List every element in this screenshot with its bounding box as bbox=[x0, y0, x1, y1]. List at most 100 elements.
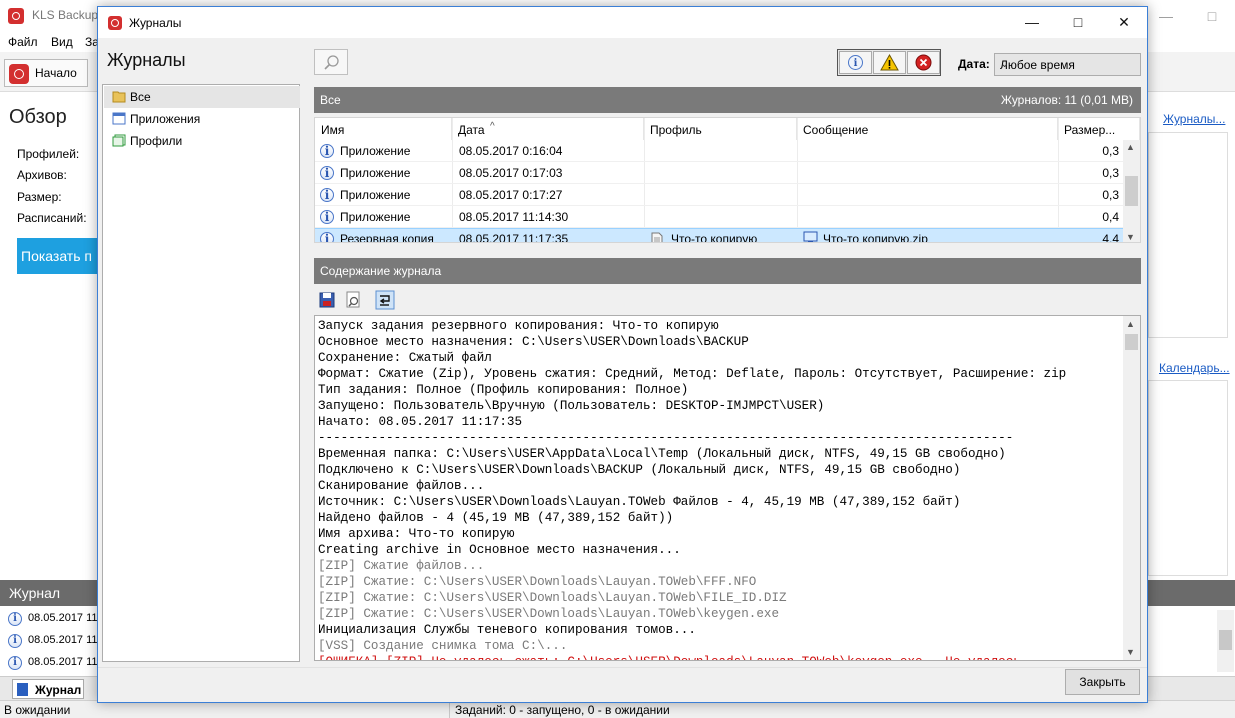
column-header-name[interactable]: Имя bbox=[315, 118, 452, 140]
info-icon: i bbox=[320, 210, 334, 224]
info-icon: i bbox=[320, 232, 334, 242]
status-idle: В ожидании bbox=[4, 703, 71, 717]
journal-book-icon bbox=[17, 683, 28, 696]
column-header-profile[interactable]: Профиль bbox=[644, 118, 797, 140]
journal-panel-title: Журнал bbox=[9, 585, 61, 601]
log-line: Начато: 08.05.2017 11:17:35 bbox=[318, 415, 523, 429]
log-line: [ОШИБКА] [ZIP] Не удалось сжать: C:\User… bbox=[318, 654, 1118, 660]
table-scrollbar[interactable]: ▲ ▼ bbox=[1123, 140, 1140, 242]
table-row[interactable]: i Приложение 08.05.2017 0:17:03 0,3 bbox=[315, 162, 1123, 184]
journal-row[interactable]: i 08.05.2017 11 bbox=[0, 630, 98, 652]
minimize-icon[interactable]: — bbox=[1143, 0, 1189, 32]
log-lines: Запуск задания резервного копирования: Ч… bbox=[318, 318, 1118, 660]
filter-error-button[interactable] bbox=[907, 51, 940, 74]
maximize-icon[interactable]: □ bbox=[1055, 7, 1101, 38]
find-icon[interactable] bbox=[344, 290, 364, 310]
application-icon bbox=[112, 112, 126, 125]
start-button-label: Начало bbox=[35, 66, 77, 80]
word-wrap-icon[interactable] bbox=[375, 290, 395, 310]
log-line: Инициализация Службы теневого копировани… bbox=[318, 623, 696, 637]
tab-journal-label: Журнал bbox=[35, 683, 82, 697]
warning-icon bbox=[880, 53, 899, 71]
filter-warning-button[interactable] bbox=[873, 51, 906, 74]
journal-list-title: Все bbox=[320, 93, 341, 107]
column-header-date[interactable]: Дата ^ bbox=[452, 118, 644, 140]
start-button[interactable]: Начало bbox=[4, 59, 88, 87]
date-filter-label: Дата: bbox=[958, 57, 990, 71]
log-content-header: Содержание журнала bbox=[314, 258, 1141, 284]
tree-item-applications[interactable]: Приложения bbox=[104, 108, 300, 130]
dialog-title: Журналы bbox=[129, 16, 182, 30]
log-line: Запуск задания резервного копирования: Ч… bbox=[318, 319, 719, 333]
log-content[interactable]: Запуск задания резервного копирования: Ч… bbox=[314, 315, 1141, 661]
log-line: [ZIP] Сжатие: C:\Users\USER\Downloads\La… bbox=[318, 591, 787, 605]
log-line: Найдено файлов - 4 (45,19 MB (47,389,152… bbox=[318, 511, 674, 525]
info-icon: i bbox=[8, 612, 22, 626]
info-icon: i bbox=[320, 144, 334, 158]
table-row-selected[interactable]: i Резервная копия 08.05.2017 11:17:35 Чт… bbox=[315, 228, 1123, 242]
error-icon bbox=[915, 54, 932, 71]
dialog-heading: Журналы bbox=[107, 50, 186, 70]
log-line: Запущено: Пользователь\Вручную (Пользова… bbox=[318, 399, 825, 413]
overview-archives-label: Архивов: bbox=[17, 168, 67, 182]
dialog-titlebar: Журналы — □ ✕ bbox=[98, 7, 1147, 38]
log-line: [ZIP] Сжатие файлов... bbox=[318, 559, 485, 573]
log-line: Сохранение: Сжатый файл bbox=[318, 351, 492, 365]
journals-link[interactable]: Журналы... bbox=[1163, 112, 1225, 126]
log-line: [ZIP] Сжатие: C:\Users\USER\Downloads\La… bbox=[318, 575, 757, 589]
journal-count: Журналов: 11 (0,01 MB) bbox=[1000, 93, 1133, 107]
info-icon: i bbox=[8, 656, 22, 670]
folder-icon bbox=[112, 91, 126, 103]
log-line: ----------------------------------------… bbox=[318, 431, 1014, 445]
table-row[interactable]: i Приложение 08.05.2017 11:14:30 0,4 bbox=[315, 206, 1123, 228]
chevron-down-icon: ⌄ bbox=[1000, 58, 1010, 70]
search-button[interactable] bbox=[314, 49, 348, 75]
table-row[interactable]: i Приложение 08.05.2017 0:17:27 0,3 bbox=[315, 184, 1123, 206]
log-line: [ZIP] Сжатие: C:\Users\USER\Downloads\La… bbox=[318, 607, 780, 621]
kls-home-icon bbox=[9, 64, 29, 84]
info-icon: i bbox=[320, 166, 334, 180]
date-filter-select[interactable]: Любое время ⌄ bbox=[994, 53, 1141, 76]
sort-ascending-icon: ^ bbox=[490, 121, 495, 132]
journals-dialog: Журналы — □ ✕ Журналы Все Приложения Про… bbox=[97, 6, 1148, 703]
archive-monitor-icon bbox=[803, 231, 818, 242]
menu-view[interactable]: Вид bbox=[51, 35, 73, 49]
log-line: Creating archive in Основное место назна… bbox=[318, 543, 681, 557]
filter-info-button[interactable]: i bbox=[839, 51, 872, 74]
kls-logo-icon bbox=[8, 8, 24, 24]
column-header-size[interactable]: Размер... bbox=[1058, 118, 1140, 140]
journal-table: Имя Дата ^ Профиль Сообщение Размер... i … bbox=[314, 117, 1141, 243]
dialog-footer bbox=[98, 667, 1147, 702]
close-button[interactable]: Закрыть bbox=[1065, 669, 1140, 695]
minimize-icon[interactable]: — bbox=[1009, 7, 1055, 38]
overview-size-label: Размер: bbox=[17, 190, 62, 204]
save-icon[interactable] bbox=[317, 290, 337, 310]
maximize-icon[interactable]: □ bbox=[1189, 0, 1235, 32]
menu-file[interactable]: Файл bbox=[8, 35, 38, 49]
kls-logo-icon bbox=[108, 16, 122, 30]
journal-row[interactable]: i 08.05.2017 11 bbox=[0, 652, 98, 674]
log-line: Источник: C:\Users\USER\Downloads\Lauyan… bbox=[318, 495, 961, 509]
tree-item-all[interactable]: Все bbox=[104, 86, 300, 108]
calendar-panel bbox=[1148, 380, 1228, 576]
severity-filter-group: i bbox=[837, 49, 941, 76]
info-icon: i bbox=[320, 188, 334, 202]
log-line: Формат: Сжатие (Zip), Уровень сжатия: Ср… bbox=[318, 367, 1067, 381]
tree-item-profiles[interactable]: Профили bbox=[104, 130, 300, 152]
category-tree: Все Приложения Профили bbox=[102, 84, 300, 662]
journal-row[interactable]: i 08.05.2017 11 bbox=[0, 608, 98, 630]
journals-panel bbox=[1148, 132, 1228, 338]
column-header-message[interactable]: Сообщение bbox=[797, 118, 1058, 140]
overview-title: Обзор bbox=[9, 106, 67, 128]
show-button[interactable]: Показать п bbox=[17, 238, 97, 274]
tab-journal[interactable]: Журнал bbox=[12, 679, 84, 699]
journal-list-header: Все Журналов: 11 (0,01 MB) bbox=[314, 87, 1141, 113]
table-row[interactable]: i Приложение 08.05.2017 0:16:04 0,3 bbox=[315, 140, 1123, 162]
svg-text:i: i bbox=[854, 58, 858, 69]
log-line: Подключено к C:\Users\USER\Downloads\BAC… bbox=[318, 463, 961, 477]
close-icon[interactable]: ✕ bbox=[1101, 7, 1147, 38]
log-scrollbar[interactable]: ▲ ▼ bbox=[1123, 316, 1140, 660]
journal-scrollbar[interactable] bbox=[1217, 610, 1234, 672]
calendar-link[interactable]: Календарь... bbox=[1159, 361, 1230, 375]
info-icon: i bbox=[8, 634, 22, 648]
